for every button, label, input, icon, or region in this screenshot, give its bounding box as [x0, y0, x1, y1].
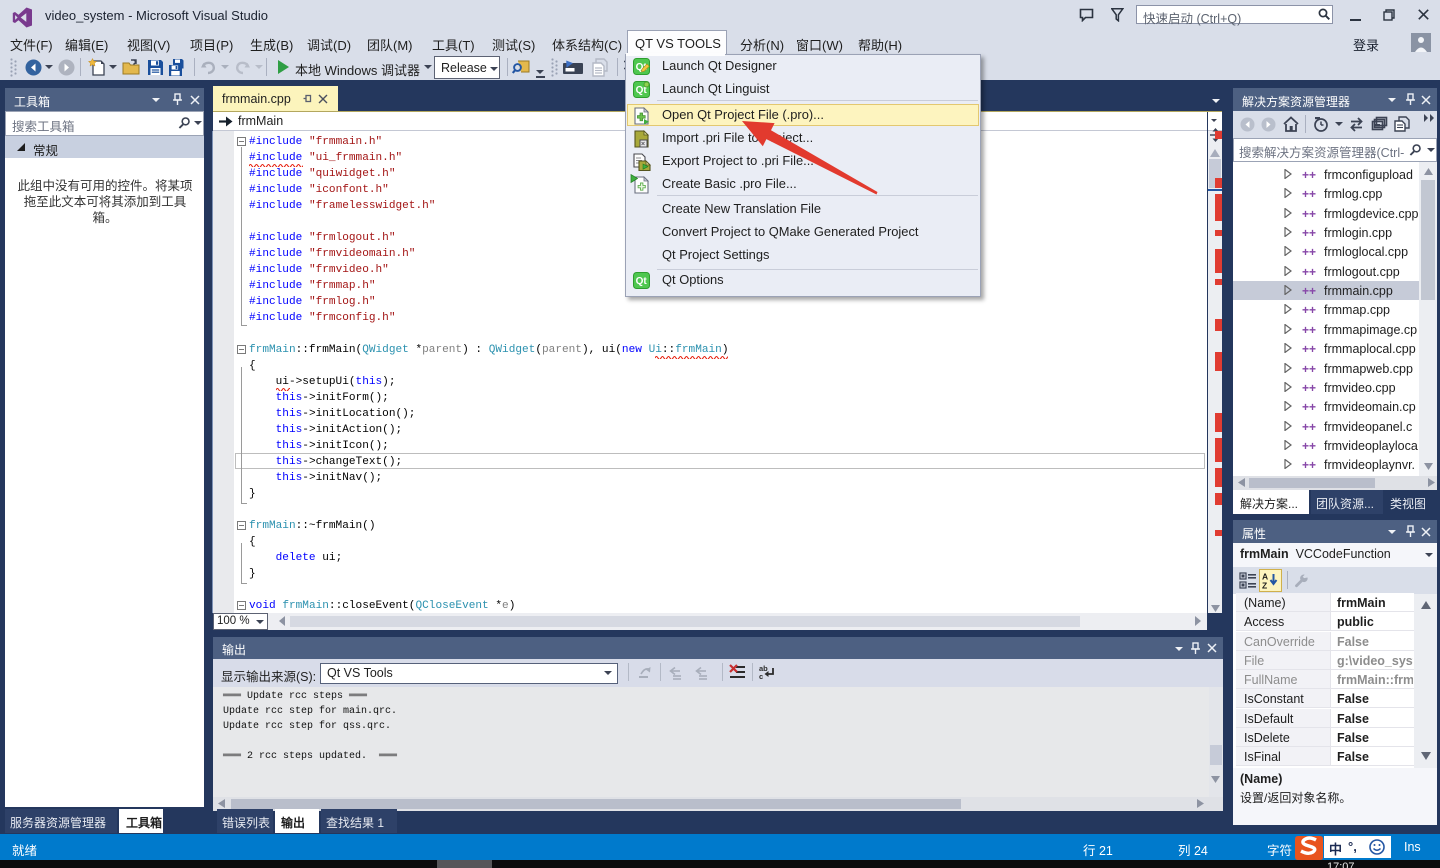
svg-text:Z: Z	[1262, 581, 1267, 590]
svg-text:c: c	[759, 672, 763, 681]
svg-text:Qt: Qt	[636, 276, 648, 287]
